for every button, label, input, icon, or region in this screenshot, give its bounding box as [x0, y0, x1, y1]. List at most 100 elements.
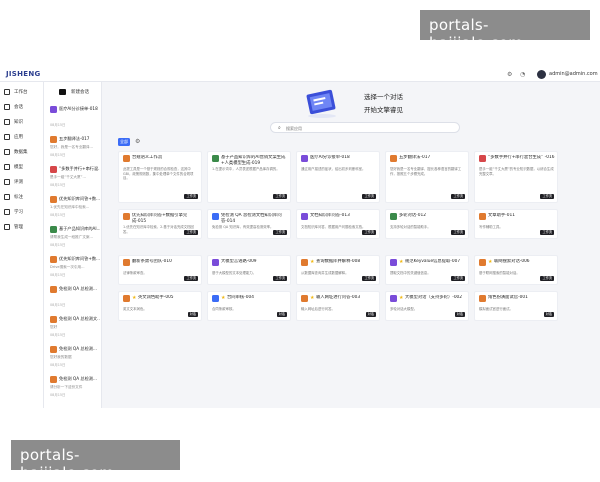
nav-item-chat[interactable]: 会话: [4, 101, 42, 112]
history-item-subtitle: 您好: [50, 325, 58, 329]
app-card[interactable]: ★ 查询数据库并解释-008 从数据库查询并生成数据解释。 工作流: [296, 255, 380, 285]
app-card-badge: 工作流: [362, 230, 376, 235]
new-chat-button[interactable]: 新建会话: [59, 87, 89, 97]
app-card-title: 文章助手-011: [488, 213, 515, 218]
app-card-badge: 工作流: [451, 276, 465, 281]
history-item[interactable]: 免检测 QA 总检测... 请分析一下这份文件 08月15日: [50, 376, 100, 400]
history-item-title: 优先知识库问答+数...: [59, 256, 100, 261]
history-item-date: 08月15日: [50, 303, 66, 307]
history-item[interactable]: 优先知识库问答+数... 1.优先在知识库中检索... 08月15日: [50, 196, 100, 220]
app-card-badge: 工作流: [273, 194, 287, 199]
app-card-badge: 工作流: [540, 194, 554, 199]
search-input[interactable]: [286, 125, 456, 131]
app-card[interactable]: 五步翻译法-017 您好我是一名专业翻译，擅长各种语言的翻译工作，按照五个步骤完成…: [385, 151, 469, 203]
user-email[interactable]: admin@admin.com: [549, 71, 598, 77]
app-card-badge: 工作流: [184, 194, 198, 199]
history-item-date: 08月15日: [50, 123, 66, 127]
app-card-title: 免检测 QA 总检测文档知识库问答-014: [221, 213, 282, 224]
app-card-title: 查询数据库并解释-008: [316, 259, 361, 264]
history-item-subtitle: Drive搜索一次引用...: [50, 265, 85, 269]
notification-icon[interactable]: ◔: [520, 71, 525, 78]
history-item[interactable]: 医疗AI分诊接单-018 08月15日: [50, 106, 100, 130]
history-item-title: 免检测 QA 总检测...: [59, 286, 97, 291]
app-type-icon: [50, 376, 57, 383]
history-item-subtitle: 1.优先在知识库中检索...: [50, 205, 90, 209]
star-icon[interactable]: ★: [310, 259, 314, 265]
app-logo[interactable]: JISHENG: [6, 70, 41, 78]
hero-illustration: [306, 89, 336, 118]
app-card-badge: 对话: [365, 312, 376, 317]
app-card[interactable]: 文档知识库问答-013 文档知识库问答，根据用户问题检索文档。 工作流: [296, 209, 380, 239]
app-card[interactable]: 基于产品知识库的AI营销文案生成+人类模型生成-019 1.在提示词中，人员表述根…: [207, 151, 291, 203]
app-type-icon: [212, 155, 219, 162]
tab-all[interactable]: 全部: [118, 138, 130, 146]
app-card-title: 医疗AI分诊接单-018: [310, 155, 350, 160]
star-icon[interactable]: ★: [488, 259, 492, 265]
app-card[interactable]: 文章助手-011 写作辅助工具。 工作流: [474, 209, 558, 239]
favorite-filter-icon[interactable]: ⚙: [135, 138, 140, 146]
app-type-icon: [479, 259, 486, 266]
nav-item-apps[interactable]: 应用: [4, 131, 42, 142]
nav-item-annotate[interactable]: 标注: [4, 191, 42, 202]
avatar[interactable]: [537, 70, 546, 79]
history-item-date: 08月15日: [50, 213, 66, 217]
chat-icon: [4, 103, 10, 110]
history-item-title: 免检测 QA 总检测...: [59, 346, 97, 351]
nav-item-knowledge[interactable]: 知识: [4, 116, 42, 127]
star-icon[interactable]: ★: [399, 295, 403, 301]
star-icon[interactable]: ★: [221, 295, 225, 301]
app-card[interactable]: 角色扮演面试官-001 模拟面试官进行面试。 对话: [474, 291, 558, 321]
app-card-badge: 工作流: [184, 276, 198, 281]
app-card[interactable]: 优先知识库问答+数据引擎完成-015 1.优先在知识库中检索，2.基于对话完成文档…: [118, 209, 202, 239]
app-card[interactable]: ★ 合同审核-004 合同条款审核。 对话: [207, 291, 291, 321]
history-item[interactable]: “多数手并行+串行混... 是手一组“千丈大厦”... 08月15日: [50, 166, 100, 190]
nav-item-models[interactable]: 模型: [4, 161, 42, 172]
history-item[interactable]: 免检测 QA 总检测文... 您好 08月15日: [50, 316, 100, 340]
app-card[interactable]: ★ 联网搜索对话-006 基于联网搜索的智能对话。 工作流: [474, 255, 558, 285]
history-item[interactable]: 基于产品知识库的AI... 请帮我生成一段推广文案... 08月15日: [50, 226, 100, 250]
tag-icon: [4, 193, 10, 200]
app-type-icon: [301, 295, 308, 302]
app-card[interactable]: ★ 规范Keyvalue信息提取-007 提取文档中的关键值信息。 工作流: [385, 255, 469, 285]
history-item-subtitle: 您好我的数据: [50, 355, 72, 359]
star-icon[interactable]: ★: [399, 259, 403, 265]
app-type-icon: [50, 256, 57, 263]
nav-item-learn[interactable]: 学习: [4, 206, 42, 217]
history-item-title: 基于产品知识库的AI...: [59, 226, 100, 231]
nav-item-workbench[interactable]: 工作台: [4, 86, 42, 97]
history-item[interactable]: 免检测 QA 总检测... 您好我的数据 08月15日: [50, 346, 100, 370]
nav-item-label: 知识: [14, 119, 23, 125]
app-card[interactable]: ★ 大模型对话（支持多轮）-002 多轮对话大模型。 对话: [385, 291, 469, 321]
app-card-badge: 工作流: [184, 230, 198, 235]
star-icon[interactable]: ★: [132, 295, 136, 301]
app-card[interactable]: 多轮对话-012 支持多轮对话的智能助手。 工作流: [385, 209, 469, 239]
app-card[interactable]: 大模型言语路-009 基于大模型的文本处理能力。 工作流: [207, 255, 291, 285]
star-icon[interactable]: ★: [310, 295, 314, 301]
app-card-badge: 对话: [454, 312, 465, 317]
history-item[interactable]: 免检测 QA 总检测... 08月15日: [50, 286, 100, 310]
history-item-date: 08月15日: [50, 153, 66, 157]
app-card[interactable]: 合规语义工作流 此提工具是一个基于规则的合规检查，这其中GBI，政策规则数，集中处…: [118, 151, 202, 203]
app-type-icon: [123, 259, 130, 266]
settings-icon[interactable]: ⚙: [507, 71, 512, 78]
app-card-title: 英文润色助手-005: [138, 295, 174, 300]
app-card[interactable]: 医疗AI分诊接单-018 通过用户描述的症状，给出初步判断科室。 工作流: [296, 151, 380, 203]
app-card-title: 五步翻译法-017: [399, 155, 431, 160]
app-type-icon: [479, 213, 486, 220]
nav-item-datasets[interactable]: 数据集: [4, 146, 42, 157]
app-card[interactable]: 免检测 QA 总检测文档知识库问答-014 免检测 QA 知识库，有效提高检测效率…: [207, 209, 291, 239]
app-type-icon: [390, 295, 397, 302]
nav-item-admin[interactable]: 管理: [4, 221, 42, 232]
app-card-description: 1.在提示词中，人员表述根据产品库存调的。: [212, 167, 280, 171]
search-box[interactable]: ⌕: [270, 122, 460, 133]
history-item[interactable]: 优先知识库问答+数... Drive搜索一次引用... 08月15日: [50, 256, 100, 280]
app-card[interactable]: 翻新条款号团队-010 法律条款审查。 工作流: [118, 255, 202, 285]
app-card-title: 翻新条款号团队-010: [132, 259, 172, 264]
app-type-icon: [50, 136, 57, 143]
nav-item-eval[interactable]: 评测: [4, 176, 42, 187]
history-item[interactable]: 五步翻译法-017 您好，我是一名专业翻译... 08月15日: [50, 136, 100, 160]
app-card[interactable]: ★ 输入网址进行问答-003 输入网址后进行问答。 对话: [296, 291, 380, 321]
app-card[interactable]: ★ 英文润色助手-005 英文文本润色。 对话: [118, 291, 202, 321]
app-card[interactable]: “多数手并行+串行混合生成” -016 是手一组“千丈大厦”的专业知识数据，以综合…: [474, 151, 558, 203]
app-type-icon: [123, 213, 130, 220]
